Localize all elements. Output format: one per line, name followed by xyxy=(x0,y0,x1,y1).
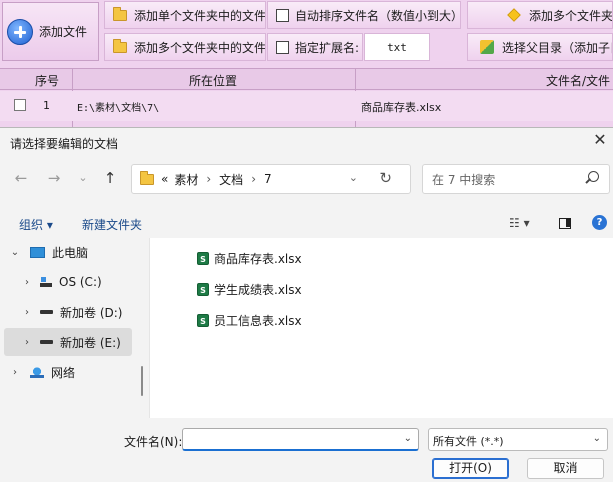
checkbox-box[interactable] xyxy=(276,8,289,22)
row-filename: 商品库存表.xlsx xyxy=(361,101,442,114)
breadcrumb-item[interactable]: 7 xyxy=(264,172,272,186)
expand-chevron-icon[interactable]: ⌄ xyxy=(8,247,22,258)
table-row[interactable]: 1 E:\素材\文档\7\ 商品库存表.xlsx xyxy=(0,91,613,121)
file-name: 商品库存表.xlsx xyxy=(214,251,302,266)
tree-item-label: OS (C:) xyxy=(59,275,102,289)
excel-file-icon: S xyxy=(197,251,209,265)
nav-scrollbar-thumb[interactable] xyxy=(141,366,143,396)
tree-item-label: 网络 xyxy=(51,365,76,380)
navigation-pane: ⌄ 此电脑 › OS (C:) › 新加卷 (D:) › 新加卷 (E:) › … xyxy=(0,238,149,418)
diamond-icon xyxy=(507,8,521,22)
row-location: E:\素材\文档\7\ xyxy=(77,103,160,114)
breadcrumb-item[interactable]: 文档 xyxy=(219,171,243,188)
open-button[interactable]: 打开(O) xyxy=(432,458,509,479)
expand-chevron-icon[interactable]: › xyxy=(20,277,34,288)
add-single-folder-button[interactable]: 添加单个文件夹中的文件 xyxy=(104,1,266,29)
filetype-value: 所有文件 (*.*) xyxy=(433,435,504,448)
filetype-select[interactable]: 所有文件 (*.*) ⌄ xyxy=(428,428,608,451)
cancel-button[interactable]: 取消 xyxy=(527,458,604,479)
filename-input[interactable]: ⌄ xyxy=(182,428,419,451)
up-arrow-icon[interactable]: ↑ xyxy=(101,169,119,187)
extension-label: 指定扩展名: xyxy=(295,40,360,55)
tree-item-label: 新加卷 (E:) xyxy=(60,335,121,350)
tree-item-drive-c[interactable]: › OS (C:) xyxy=(20,268,102,296)
add-multi-folder-button[interactable]: 添加多个文件夹中的文件 xyxy=(104,33,266,61)
drive-icon xyxy=(40,310,53,314)
select-parent-dir-button[interactable]: 选择父目录（添加子目 xyxy=(467,33,613,61)
dialog-title: 请选择要编辑的文档 xyxy=(10,137,119,151)
add-multi-files-button[interactable]: 添加多个文件夹 xyxy=(467,1,613,29)
excel-file-icon: S xyxy=(197,282,209,296)
grid-header: 序号 所在位置 文件名/文件 xyxy=(0,68,613,90)
address-dropdown-icon[interactable]: ⌄ xyxy=(349,171,358,184)
expand-chevron-icon[interactable]: › xyxy=(20,337,34,348)
os-drive-icon xyxy=(40,277,52,287)
breadcrumb-separator-icon: › xyxy=(206,172,212,186)
back-arrow-icon[interactable]: ← xyxy=(12,169,30,187)
filename-label: 文件名(N): xyxy=(124,435,183,449)
pc-icon xyxy=(30,246,45,258)
plus-icon xyxy=(7,18,33,45)
file-name: 员工信息表.xlsx xyxy=(214,313,302,328)
tree-item-label: 新加卷 (D:) xyxy=(60,305,123,320)
filename-dropdown-icon[interactable]: ⌄ xyxy=(404,433,412,444)
expand-chevron-icon[interactable]: › xyxy=(8,367,22,378)
forward-arrow-icon[interactable]: → xyxy=(45,169,63,187)
background-app: 添加文件 添加单个文件夹中的文件 添加多个文件夹中的文件 自动排序文件名（数值小… xyxy=(0,0,613,130)
recent-chevron-icon[interactable]: ⌄ xyxy=(74,169,92,187)
auto-sort-checkbox[interactable]: 自动排序文件名（数值小到大） xyxy=(267,1,461,29)
search-box[interactable]: 在 7 中搜索 xyxy=(422,164,610,194)
new-folder-button[interactable]: 新建文件夹 xyxy=(82,216,142,233)
file-name: 学生成绩表.xlsx xyxy=(214,282,302,297)
expand-chevron-icon[interactable]: › xyxy=(20,307,34,318)
breadcrumb-overflow[interactable]: « xyxy=(161,172,168,186)
col-header-filename[interactable]: 文件名/文件 xyxy=(546,72,610,89)
list-item[interactable]: S 商品库存表.xlsx xyxy=(197,249,302,267)
add-single-folder-label: 添加单个文件夹中的文件 xyxy=(134,8,266,23)
extension-input[interactable]: txt xyxy=(364,33,430,61)
list-item[interactable]: S 员工信息表.xlsx xyxy=(197,311,302,329)
breadcrumb-item[interactable]: 素材 xyxy=(174,171,198,188)
col-header-location[interactable]: 所在位置 xyxy=(189,72,237,89)
tree-item-drive-d[interactable]: › 新加卷 (D:) xyxy=(20,298,122,326)
add-file-button[interactable]: 添加文件 xyxy=(2,2,99,61)
search-placeholder: 在 7 中搜索 xyxy=(432,172,496,187)
row-checkbox[interactable] xyxy=(14,99,26,111)
extension-checkbox[interactable]: 指定扩展名: xyxy=(267,33,363,61)
address-bar[interactable]: « 素材 › 文档 › 7 ⌄ ↻ xyxy=(131,164,411,194)
auto-sort-label: 自动排序文件名（数值小到大） xyxy=(295,8,461,23)
preview-pane-icon[interactable] xyxy=(559,218,571,229)
add-multi-folder-label: 添加多个文件夹中的文件 xyxy=(134,40,266,55)
file-list-pane: S 商品库存表.xlsx S 学生成绩表.xlsx S 员工信息表.xlsx xyxy=(149,238,613,418)
breadcrumb-separator-icon: › xyxy=(251,172,256,186)
parent-dir-icon xyxy=(480,40,494,54)
drive-icon xyxy=(40,340,53,344)
tree-item-drive-e[interactable]: › 新加卷 (E:) xyxy=(4,328,132,356)
view-options-icon[interactable]: ☷ ▾ xyxy=(509,216,530,230)
folder-icon xyxy=(113,38,127,53)
folder-icon xyxy=(140,170,154,185)
excel-file-icon: S xyxy=(197,313,209,327)
row-index: 1 xyxy=(43,99,50,112)
open-file-dialog: 请选择要编辑的文档 ✕ ← → ⌄ ↑ « 素材 › 文档 › 7 ⌄ ↻ 在 … xyxy=(0,127,613,482)
checkbox-box[interactable] xyxy=(276,40,289,54)
add-file-label: 添加文件 xyxy=(39,25,88,39)
help-icon[interactable]: ? xyxy=(592,215,607,230)
close-icon[interactable]: ✕ xyxy=(591,130,609,150)
add-multi-files-label: 添加多个文件夹 xyxy=(529,8,613,23)
refresh-icon[interactable]: ↻ xyxy=(379,169,392,187)
organize-menu[interactable]: 组织 ▾ xyxy=(19,216,53,233)
list-item[interactable]: S 学生成绩表.xlsx xyxy=(197,280,302,298)
search-icon xyxy=(588,171,599,182)
tree-item-this-pc[interactable]: ⌄ 此电脑 xyxy=(8,238,88,266)
tree-item-network[interactable]: › 网络 xyxy=(8,358,75,386)
select-parent-dir-label: 选择父目录（添加子目 xyxy=(502,40,613,55)
network-icon xyxy=(30,366,44,378)
tree-item-label: 此电脑 xyxy=(52,245,89,260)
chevron-down-icon[interactable]: ⌄ xyxy=(593,433,601,444)
col-header-index[interactable]: 序号 xyxy=(35,72,59,89)
folder-icon xyxy=(113,6,127,21)
